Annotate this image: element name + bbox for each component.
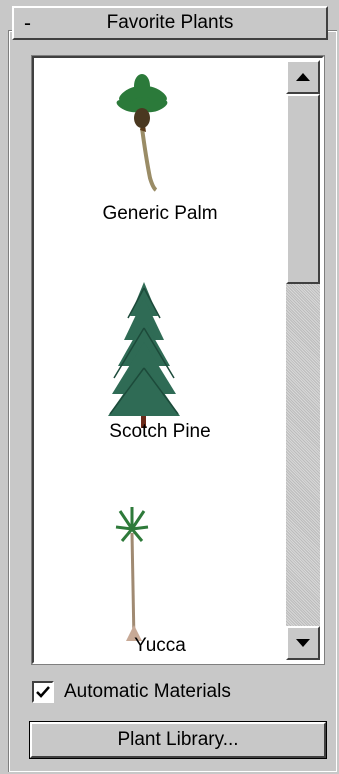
list-item-yucca[interactable]: Yucca <box>34 493 286 662</box>
rollout-header: - Favorite Plants <box>0 6 339 40</box>
plant-name: Scotch Pine <box>109 421 211 442</box>
plant-list-box[interactable]: Generic Palm Scotch Pine Yucca <box>31 55 325 665</box>
automatic-materials-option[interactable]: Automatic Materials <box>32 679 231 705</box>
scrollbar-thumb[interactable] <box>286 94 320 284</box>
list-item-generic-palm[interactable]: Generic Palm <box>34 58 286 268</box>
rollout-title: Favorite Plants <box>106 12 234 33</box>
scroll-down-button[interactable] <box>286 626 320 660</box>
yucca-plant-icon <box>115 507 149 642</box>
rollout-title-button[interactable]: - Favorite Plants <box>12 6 328 40</box>
collapse-icon[interactable]: - <box>24 10 31 38</box>
plant-name: Generic Palm <box>102 203 218 224</box>
palm-tree-icon <box>116 74 168 192</box>
plant-list[interactable]: Generic Palm Scotch Pine Yucca <box>34 58 286 662</box>
list-item-scotch-pine[interactable]: Scotch Pine <box>34 268 286 493</box>
plant-library-button[interactable]: Plant Library... <box>29 721 327 759</box>
arrow-down-icon <box>296 639 310 647</box>
vertical-scrollbar[interactable] <box>286 60 320 660</box>
automatic-materials-checkbox[interactable] <box>32 681 54 703</box>
automatic-materials-label: Automatic Materials <box>64 681 231 702</box>
pine-tree-icon <box>108 282 180 428</box>
scroll-up-button[interactable] <box>286 60 320 94</box>
arrow-up-icon <box>296 73 310 81</box>
checkmark-icon <box>36 686 50 698</box>
plant-name: Yucca <box>134 635 186 656</box>
